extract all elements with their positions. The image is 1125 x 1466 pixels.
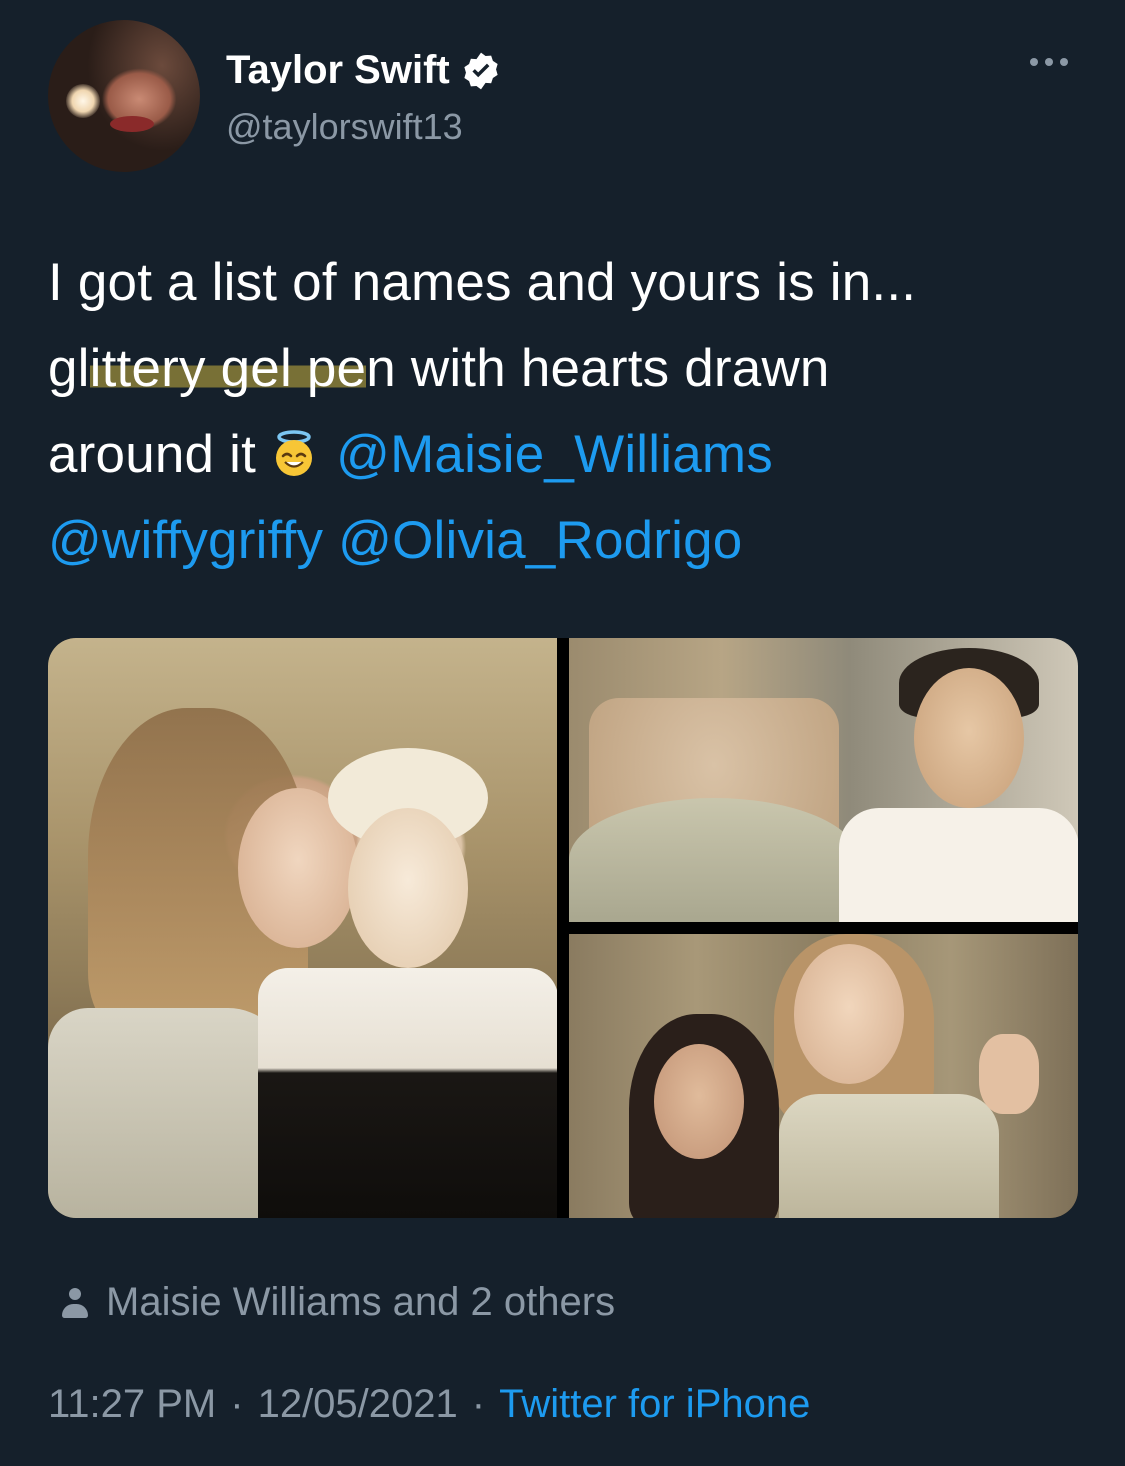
highlighted-text: ittery gel pe xyxy=(89,339,367,398)
tweet-line-3-text: around it xyxy=(48,425,257,484)
more-options-icon[interactable] xyxy=(1030,58,1068,66)
mention-link[interactable]: @Olivia_Rodrigo xyxy=(338,511,742,570)
tweet-meta: 11:27 PM · 12/05/2021 · Twitter for iPho… xyxy=(48,1382,810,1427)
avatar-light-glow xyxy=(66,84,100,118)
photo-figure xyxy=(839,808,1078,922)
tweet-line-2-pre: gl xyxy=(48,339,90,398)
photo-figure xyxy=(794,944,904,1084)
tweet-line-2: glittery gel pen with hearts drawn xyxy=(48,326,1088,412)
avatar-lips xyxy=(110,116,154,132)
tweet-time[interactable]: 11:27 PM xyxy=(48,1382,216,1427)
more-dot xyxy=(1045,58,1053,66)
photo-figure xyxy=(48,1008,288,1218)
more-dot xyxy=(1030,58,1038,66)
photo-2[interactable] xyxy=(569,638,1078,922)
user-handle[interactable]: @taylorswift13 xyxy=(226,106,463,148)
tweet-header: Taylor Swift @taylorswift13 xyxy=(48,20,1078,180)
photo-figure xyxy=(779,1094,999,1218)
tweet-line-2-post: n with hearts drawn xyxy=(366,339,830,398)
tweet-line-3: around it @Maisie_Williams xyxy=(48,412,1088,498)
tweet-date[interactable]: 12/05/2021 xyxy=(258,1382,458,1427)
tagged-people[interactable]: Maisie Williams and 2 others xyxy=(60,1280,615,1325)
smiling-face-with-halo-icon xyxy=(276,430,313,476)
photo-figure xyxy=(258,968,557,1218)
display-name-text: Taylor Swift xyxy=(226,48,450,92)
tagged-people-text: Maisie Williams and 2 others xyxy=(106,1280,616,1324)
tweet-line-4: @wiffygriffy @Olivia_Rodrigo xyxy=(48,498,1088,584)
tweet-source-link[interactable]: Twitter for iPhone xyxy=(499,1382,810,1427)
meta-separator: · xyxy=(471,1382,486,1426)
photo-1[interactable] xyxy=(48,638,557,1218)
photo-figure xyxy=(914,668,1024,808)
more-dot xyxy=(1060,58,1068,66)
tweet-text: I got a list of names and yours is in...… xyxy=(48,240,1088,584)
mention-link[interactable]: @wiffygriffy xyxy=(48,511,323,570)
meta-separator: · xyxy=(230,1382,244,1426)
photo-figure xyxy=(569,798,859,922)
tweet-line-1: I got a list of names and yours is in... xyxy=(48,253,917,312)
photo-3[interactable] xyxy=(569,934,1078,1218)
avatar[interactable] xyxy=(48,20,200,172)
photo-figure xyxy=(348,808,468,968)
photo-figure xyxy=(654,1044,744,1159)
person-icon xyxy=(60,1284,90,1322)
mention-link[interactable]: @Maisie_Williams xyxy=(336,425,773,484)
verified-badge-icon xyxy=(464,52,498,89)
media-grid xyxy=(48,638,1078,1218)
photo-figure xyxy=(979,1034,1039,1114)
display-name[interactable]: Taylor Swift xyxy=(226,48,502,93)
